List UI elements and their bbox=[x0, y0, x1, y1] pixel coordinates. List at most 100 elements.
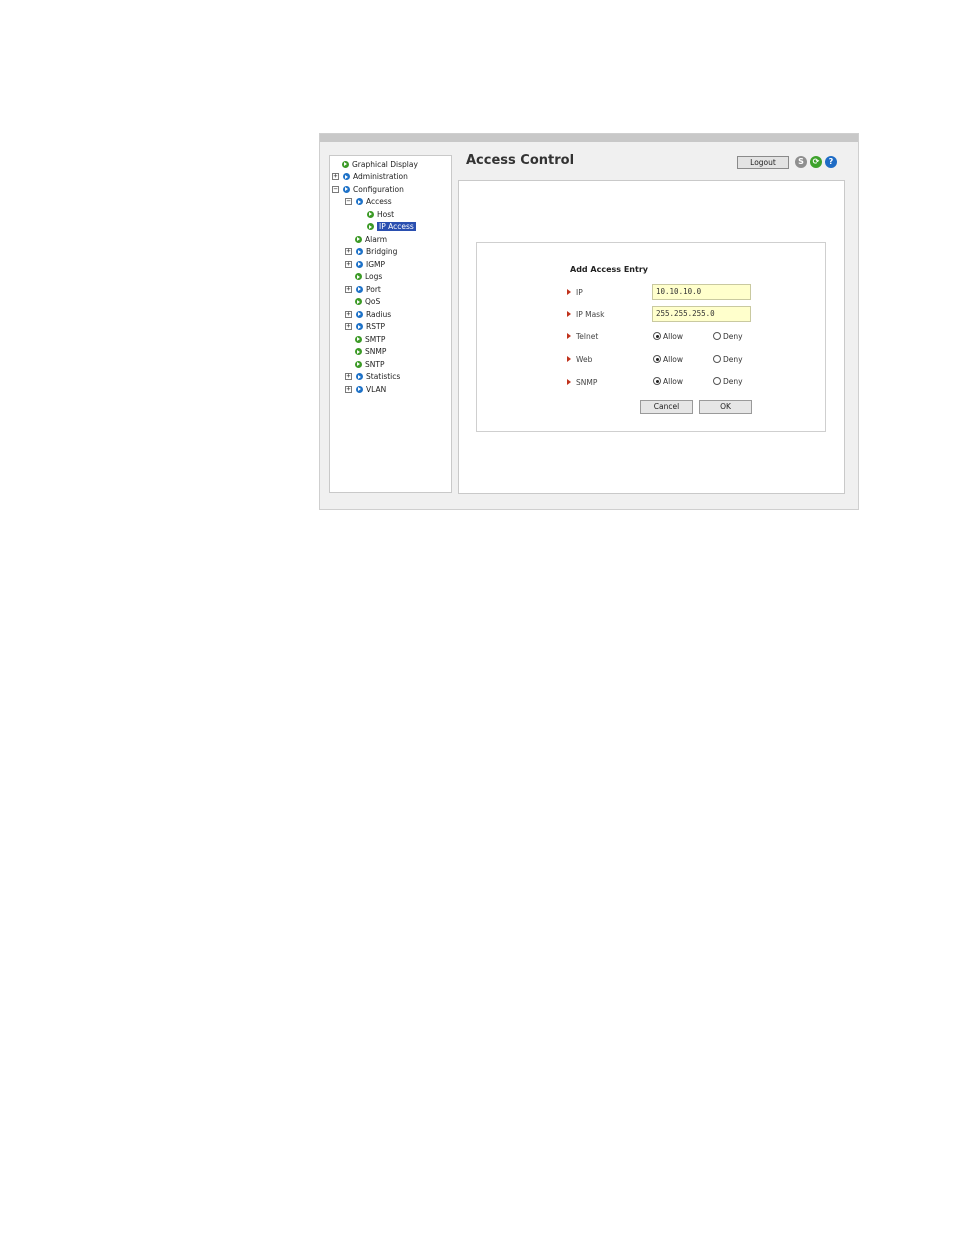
tree-item-igmp[interactable]: + IGMP bbox=[345, 258, 385, 270]
tree-item-alarm[interactable]: Alarm bbox=[355, 233, 387, 245]
red-arrow-icon bbox=[567, 289, 571, 295]
tree-item-ip-access[interactable]: IP Access bbox=[367, 221, 416, 233]
green-arrow-icon bbox=[355, 360, 362, 368]
expand-icon[interactable]: + bbox=[345, 373, 352, 380]
page-title: Access Control bbox=[466, 153, 575, 168]
snmp-label: SNMP bbox=[576, 377, 598, 387]
refresh-icon[interactable]: ⟳ bbox=[810, 156, 822, 168]
tree-item-label: IP Access bbox=[377, 222, 416, 231]
logout-button[interactable]: Logout bbox=[737, 156, 789, 169]
tree-item-smtp[interactable]: SMTP bbox=[355, 333, 385, 345]
tree-item-label: Logs bbox=[365, 272, 383, 281]
blue-arrow-icon bbox=[356, 373, 363, 380]
tree-item-host[interactable]: Host bbox=[367, 208, 394, 220]
expand-icon[interactable]: + bbox=[345, 248, 352, 255]
radio-selected-icon bbox=[653, 377, 661, 385]
blue-arrow-icon bbox=[356, 198, 363, 205]
tree-item-label: Access bbox=[366, 197, 392, 206]
web-deny-radio[interactable]: Deny bbox=[713, 353, 743, 365]
app-window: Graphical Display + Administration − Con… bbox=[319, 133, 859, 510]
expand-icon[interactable]: + bbox=[345, 385, 352, 393]
collapse-icon[interactable]: − bbox=[345, 198, 352, 205]
radio-label: Deny bbox=[723, 354, 743, 364]
add-access-entry-form: Add Access Entry IP 10.10.10.0 IP Mask 2… bbox=[476, 242, 826, 432]
telnet-allow-radio[interactable]: Allow bbox=[653, 330, 683, 342]
green-arrow-icon bbox=[355, 335, 362, 343]
collapse-icon[interactable]: − bbox=[332, 185, 339, 193]
tree-item-bridging[interactable]: + Bridging bbox=[345, 246, 397, 258]
tree-item-label: Alarm bbox=[365, 234, 388, 244]
radio-icon bbox=[713, 355, 721, 363]
telnet-row: Telnet bbox=[567, 329, 598, 343]
green-arrow-icon bbox=[367, 223, 374, 230]
snmp-deny-radio[interactable]: Deny bbox=[713, 375, 743, 387]
green-arrow-icon bbox=[355, 235, 362, 243]
tree-item-label: SNTP bbox=[365, 359, 385, 369]
expand-icon[interactable]: + bbox=[345, 310, 352, 318]
red-arrow-icon bbox=[567, 333, 571, 339]
tree-item-label: Administration bbox=[353, 172, 408, 181]
tree-item-label: IGMP bbox=[366, 259, 386, 269]
radio-label: Allow bbox=[663, 354, 684, 364]
radio-selected-icon bbox=[653, 332, 661, 340]
tree-item-graphical-display[interactable]: Graphical Display bbox=[342, 158, 418, 170]
radio-label: Deny bbox=[723, 331, 743, 341]
form-title: Add Access Entry bbox=[570, 265, 648, 274]
snmp-allow-radio[interactable]: Allow bbox=[653, 375, 683, 387]
ok-button[interactable]: OK bbox=[699, 400, 752, 414]
green-arrow-icon bbox=[342, 160, 349, 168]
web-allow-radio[interactable]: Allow bbox=[653, 353, 683, 365]
radio-label: Allow bbox=[663, 331, 684, 341]
tree-item-configuration[interactable]: − Configuration bbox=[332, 183, 404, 195]
telnet-deny-radio[interactable]: Deny bbox=[713, 330, 743, 342]
tree-item-radius[interactable]: + Radius bbox=[345, 308, 391, 320]
tree-item-vlan[interactable]: + VLAN bbox=[345, 383, 386, 395]
expand-icon[interactable]: + bbox=[345, 323, 352, 330]
help-icon[interactable]: ? bbox=[825, 156, 837, 168]
save-icon[interactable]: S bbox=[795, 156, 807, 168]
expand-icon[interactable]: + bbox=[345, 285, 352, 293]
green-arrow-icon bbox=[367, 210, 374, 218]
tree-item-logs[interactable]: Logs bbox=[355, 271, 382, 283]
blue-arrow-icon bbox=[356, 248, 363, 255]
red-arrow-icon bbox=[567, 356, 571, 362]
tree-item-label: RSTP bbox=[366, 322, 386, 331]
tree-item-rstp[interactable]: + RSTP bbox=[345, 321, 385, 333]
tree-item-label: Statistics bbox=[366, 372, 401, 381]
tree-item-port[interactable]: + Port bbox=[345, 283, 381, 295]
tree-item-label: Port bbox=[366, 284, 381, 294]
tree-item-label: Host bbox=[377, 209, 395, 219]
radio-label: Deny bbox=[723, 376, 743, 386]
tree-item-label: VLAN bbox=[366, 384, 387, 394]
radio-label: Allow bbox=[663, 376, 684, 386]
red-arrow-icon bbox=[567, 379, 571, 385]
content-panel: Add Access Entry IP 10.10.10.0 IP Mask 2… bbox=[458, 180, 845, 494]
blue-arrow-icon bbox=[343, 185, 350, 193]
tree-item-label: SNMP bbox=[365, 347, 387, 356]
blue-arrow-icon bbox=[343, 173, 350, 180]
expand-icon[interactable]: + bbox=[332, 173, 339, 180]
tree-item-administration[interactable]: + Administration bbox=[332, 171, 408, 183]
ip-mask-input[interactable]: 255.255.255.0 bbox=[652, 306, 751, 322]
blue-arrow-icon bbox=[356, 310, 363, 318]
red-arrow-icon bbox=[567, 311, 571, 317]
green-arrow-icon bbox=[355, 348, 362, 355]
tree-item-snmp[interactable]: SNMP bbox=[355, 346, 386, 358]
tree-item-sntp[interactable]: SNTP bbox=[355, 358, 384, 370]
radio-icon bbox=[713, 377, 721, 385]
tree-item-label: Graphical Display bbox=[352, 159, 418, 169]
tree-item-access[interactable]: − Access bbox=[345, 196, 392, 208]
ip-input[interactable]: 10.10.10.0 bbox=[652, 284, 751, 300]
ip-row: IP bbox=[567, 285, 583, 299]
blue-arrow-icon bbox=[356, 323, 363, 330]
cancel-button[interactable]: Cancel bbox=[640, 400, 693, 414]
green-arrow-icon bbox=[355, 298, 362, 305]
green-arrow-icon bbox=[355, 273, 362, 280]
tree-item-label: QoS bbox=[365, 297, 381, 306]
navigation-tree: Graphical Display + Administration − Con… bbox=[329, 155, 452, 493]
tree-item-statistics[interactable]: + Statistics bbox=[345, 371, 400, 383]
web-row: Web bbox=[567, 352, 592, 366]
expand-icon[interactable]: + bbox=[345, 260, 352, 268]
blue-arrow-icon bbox=[356, 285, 363, 293]
tree-item-qos[interactable]: QoS bbox=[355, 296, 380, 308]
